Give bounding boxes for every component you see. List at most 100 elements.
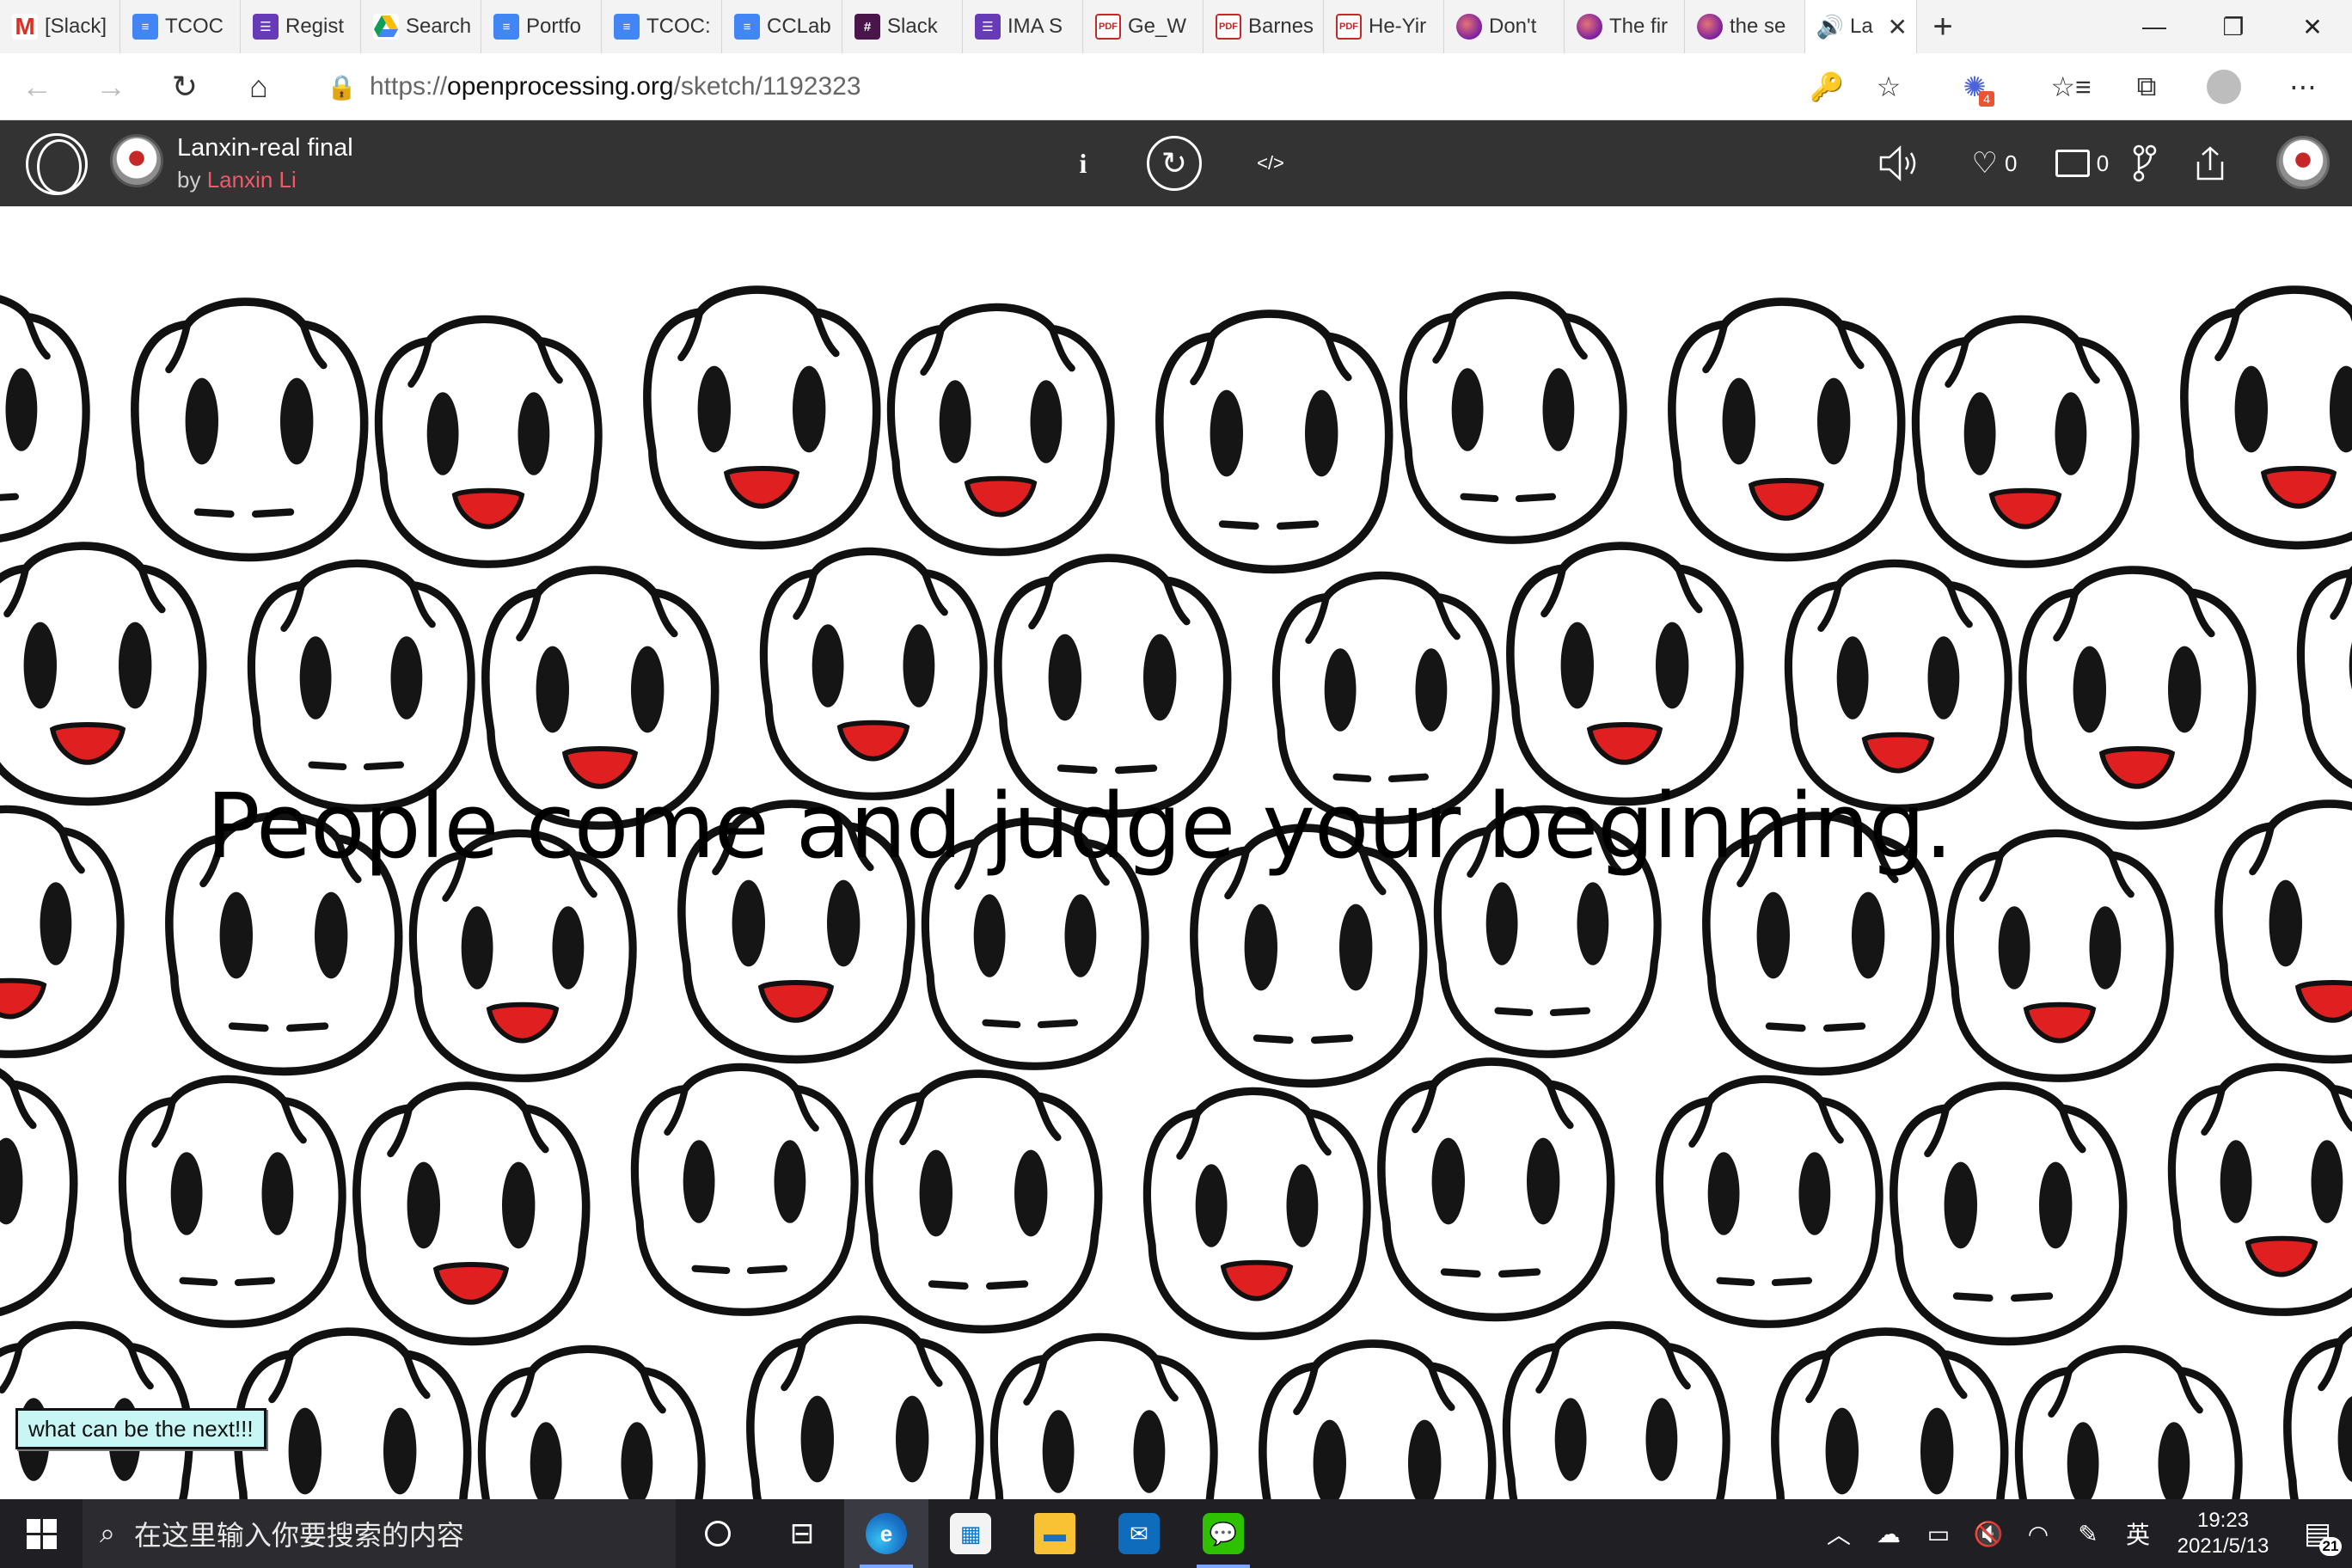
wechat-icon[interactable]: 💬 — [1181, 1499, 1265, 1568]
like-count: 0 — [2005, 150, 2018, 176]
sketch-canvas[interactable]: People come and judge your beginning. wh… — [0, 206, 2352, 1499]
favorites-list-icon[interactable]: ☆≡ — [2049, 65, 2092, 108]
author-avatar[interactable] — [110, 134, 163, 187]
close-window-icon[interactable]: ✕ — [2273, 0, 2352, 53]
tab-slack[interactable]: # Slack — [842, 0, 963, 53]
docs-icon: ≡ — [614, 14, 640, 40]
new-tab-button[interactable]: + — [1917, 0, 1969, 53]
tab-tcoc[interactable]: ≡ TCOC — [120, 0, 241, 53]
face-doodle — [2184, 290, 2352, 545]
clock[interactable]: 19:23 2021/5/13 — [2163, 1508, 2283, 1559]
address-bar[interactable]: 🔒 https://openprocessing.org/sketch/1192… — [327, 60, 1917, 113]
mail-icon[interactable]: ✉ — [1097, 1499, 1181, 1568]
search-placeholder: 在这里输入你要搜索的内容 — [133, 1520, 464, 1551]
start-windows-icon[interactable] — [0, 1499, 83, 1568]
tab-pdf-heyin[interactable]: PDF He-Yir — [1324, 0, 1444, 53]
pdf-icon: PDF — [1095, 14, 1121, 40]
face-doodle — [1894, 1086, 2123, 1341]
tab-pdf-barnes[interactable]: PDF Barnes — [1204, 0, 1324, 53]
face-doodle — [891, 307, 1111, 552]
edge-browser-icon[interactable]: e — [844, 1499, 928, 1568]
next-button[interactable]: what can be the next!!! — [15, 1408, 266, 1449]
clock-date: 2021/5/13 — [2177, 1534, 2269, 1558]
face-doodle — [1950, 833, 2170, 1078]
user-avatar[interactable] — [2276, 136, 2330, 189]
speaker-playing-icon[interactable]: 🔊 — [1816, 14, 1844, 40]
code-icon[interactable]: </> — [1253, 136, 1288, 191]
openprocessing-logo-icon[interactable] — [26, 133, 88, 195]
forms-icon: ☰ — [975, 14, 1001, 40]
fork-icon[interactable] — [2123, 136, 2166, 191]
taskbar-search-input[interactable]: ⌕ 在这里输入你要搜索的内容 — [83, 1499, 676, 1568]
face-doodle — [238, 1332, 468, 1499]
more-menu-icon[interactable]: ⋯ — [2282, 65, 2324, 108]
favorite-star-icon[interactable]: ☆ — [1867, 65, 1910, 108]
author-link[interactable]: Lanxin Li — [207, 167, 297, 193]
tab-active-sketch[interactable]: 🔊 La ✕ — [1805, 0, 1917, 53]
volume-muted-icon[interactable]: 🔇 — [1963, 1499, 2013, 1568]
restart-icon[interactable]: ↻ — [1147, 136, 1202, 191]
task-view-icon[interactable]: ⊟ — [760, 1499, 844, 1568]
lock-icon[interactable]: 🔒 — [327, 73, 370, 101]
minimize-icon[interactable]: — — [2115, 0, 2194, 53]
tab-cclab[interactable]: ≡ CCLab — [722, 0, 842, 53]
tab-tcoc-2[interactable]: ≡ TCOC: — [602, 0, 722, 53]
windows-taskbar: ⌕ 在这里输入你要搜索的内容 ⊟ e ▦ ▬ ✉ 💬 ︿ ☁ ▭ 🔇 ◠ ✎ 英… — [0, 1499, 2352, 1568]
comment-icon[interactable]: 0 — [2039, 136, 2125, 191]
browser-toolbar: ← → ↻ ⌂ 🔒 https://openprocessing.org/ske… — [0, 53, 2352, 120]
share-icon[interactable] — [2189, 136, 2232, 191]
sketch-byline: by Lanxin Li — [177, 167, 297, 193]
tab-label: CCLab — [767, 15, 831, 38]
tab-the-first[interactable]: The fir — [1565, 0, 1685, 53]
forward-arrow-icon[interactable]: → — [74, 53, 148, 120]
tab-label: the se — [1730, 15, 1786, 38]
url-text[interactable]: https://openprocessing.org/sketch/119232… — [370, 72, 861, 101]
tab-dont[interactable]: Don't — [1444, 0, 1565, 53]
collections-icon[interactable]: ⧉ — [2125, 65, 2168, 108]
like-heart-icon[interactable]: ♡ 0 — [1951, 136, 2037, 191]
notification-center-icon[interactable]: ▤ 21 — [2283, 1499, 2352, 1568]
tab-slack-gmail[interactable]: M [Slack] — [0, 0, 120, 53]
home-icon[interactable]: ⌂ — [222, 53, 296, 120]
tab-label: TCOC: — [646, 15, 711, 38]
face-doodle — [2171, 1067, 2352, 1312]
wifi-icon[interactable]: ◠ — [2013, 1499, 2063, 1568]
pen-icon[interactable]: ✎ — [2063, 1499, 2113, 1568]
tab-the-second[interactable]: the se — [1685, 0, 1805, 53]
tab-label: The fir — [1609, 15, 1669, 38]
info-icon[interactable]: i — [1066, 136, 1100, 191]
restore-icon[interactable]: ❐ — [2194, 0, 2273, 53]
battery-icon[interactable]: ▭ — [1914, 1499, 1963, 1568]
face-doodle — [994, 1337, 1214, 1499]
face-doodle — [1672, 302, 1902, 557]
tab-ima[interactable]: ☰ IMA S — [963, 0, 1083, 53]
tab-pdf-ge[interactable]: PDF Ge_W — [1083, 0, 1204, 53]
face-doodle — [1915, 319, 2135, 564]
tab-search-drive[interactable]: Search — [361, 0, 481, 53]
cortana-icon[interactable] — [676, 1499, 760, 1568]
microsoft-store-icon[interactable]: ▦ — [928, 1499, 1013, 1568]
extension-icon[interactable]: ✺ 4 — [1953, 65, 1996, 108]
tab-label: Ge_W — [1128, 15, 1187, 38]
sound-icon[interactable] — [1874, 136, 1926, 191]
close-tab-icon[interactable]: ✕ — [1888, 13, 1908, 41]
tab-registration[interactable]: ☰ Regist — [241, 0, 361, 53]
refresh-icon[interactable]: ↻ — [148, 53, 222, 120]
onedrive-offline-icon[interactable]: ☁ — [1864, 1499, 1914, 1568]
tab-portfolio[interactable]: ≡ Portfo — [481, 0, 602, 53]
openprocessing-icon — [1456, 14, 1482, 40]
face-doodle — [0, 809, 120, 1054]
input-method-indicator[interactable]: 英 — [2113, 1499, 2163, 1568]
profile-avatar[interactable] — [2202, 65, 2245, 108]
slack-icon: # — [854, 14, 880, 40]
face-doodle — [1263, 1344, 1492, 1499]
sketch-title: Lanxin-real final — [177, 134, 353, 162]
show-hidden-icons-chevron-icon[interactable]: ︿ — [1814, 1499, 1864, 1568]
file-explorer-icon[interactable]: ▬ — [1013, 1499, 1097, 1568]
face-doodle — [251, 563, 471, 808]
tab-label: TCOC — [165, 15, 224, 38]
back-arrow-icon[interactable]: ← — [0, 53, 74, 120]
find-key-icon[interactable]: 🔑 — [1805, 65, 1848, 108]
comment-count: 0 — [2096, 150, 2110, 176]
face-doodle — [1147, 1091, 1367, 1336]
